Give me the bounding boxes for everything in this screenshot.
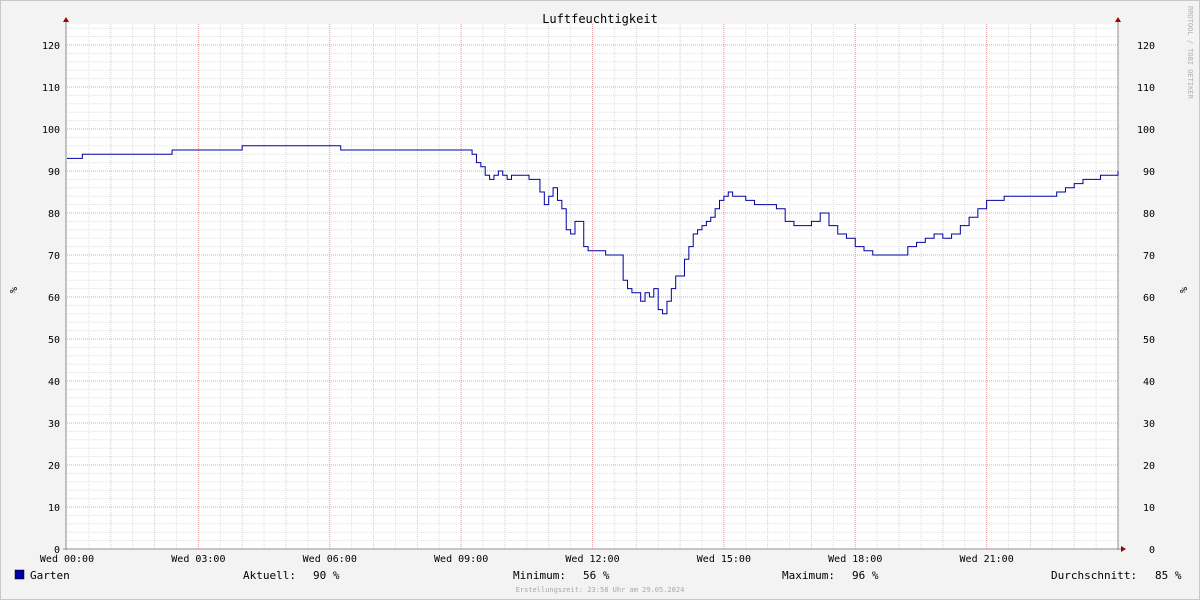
legend-max-value: 96 % bbox=[852, 569, 879, 582]
y-tick-label-right: 90 bbox=[1143, 167, 1155, 178]
y-tick-label-left: 120 bbox=[42, 41, 60, 52]
x-tick-label: Wed 00:00 bbox=[40, 554, 94, 565]
x-tick-label: Wed 09:00 bbox=[434, 554, 488, 565]
chart-title: Luftfeuchtigkeit bbox=[542, 12, 658, 26]
y-tick-label-right: 50 bbox=[1143, 335, 1155, 346]
y-tick-label-left: 30 bbox=[48, 419, 60, 430]
y-tick-label-right: 20 bbox=[1143, 461, 1155, 472]
x-tick-label: Wed 15:00 bbox=[697, 554, 751, 565]
y-tick-label-right: 60 bbox=[1143, 293, 1155, 304]
chart-canvas: 0 010 1020 2030 3040 4050 5060 6070 7080 8090 9010… bbox=[0, 0, 1200, 600]
legend-avg-label: Durchschnitt: bbox=[1051, 569, 1137, 582]
y-tick-label-right: 0 bbox=[1149, 545, 1155, 556]
y-tick-label-right: 70 bbox=[1143, 251, 1155, 262]
legend-min-label: Minimum: bbox=[513, 569, 566, 582]
y-tick-label-right: 10 bbox=[1143, 503, 1155, 514]
y-tick-label-right: 120 bbox=[1137, 41, 1155, 52]
y-tick-label-right: 80 bbox=[1143, 209, 1155, 220]
y-tick-label-left: 60 bbox=[48, 293, 60, 304]
x-tick-label: Wed 18:00 bbox=[828, 554, 882, 565]
y-axis-label-left: % bbox=[7, 287, 18, 293]
y-tick-label-left: 50 bbox=[48, 335, 60, 346]
x-tick-label: Wed 21:00 bbox=[960, 554, 1014, 565]
y-tick-label-left: 40 bbox=[48, 377, 60, 388]
legend-max-label: Maximum: bbox=[782, 569, 835, 582]
rrdtool-watermark: RRDTOOL / TOBI OETIKER bbox=[1186, 6, 1194, 100]
humidity-chart: 0 0 10 10 20 20 30 30 40 40 50 50 60 60 70 70 80 80 90 90 10… bbox=[0, 0, 1200, 600]
legend-avg-value: 85 % bbox=[1155, 569, 1182, 582]
x-tick-label: Wed 12:00 bbox=[565, 554, 619, 565]
y-tick-label-left: 90 bbox=[48, 167, 60, 178]
x-tick-label: Wed 06:00 bbox=[303, 554, 357, 565]
y-tick-label-left: 80 bbox=[48, 209, 60, 220]
legend-swatch bbox=[14, 569, 25, 580]
y-tick-label-left: 10 bbox=[48, 503, 60, 514]
y-tick-label-left: 70 bbox=[48, 251, 60, 262]
legend-min-value: 56 % bbox=[583, 569, 610, 582]
y-tick-label-left: 100 bbox=[42, 125, 60, 136]
y-tick-label-right: 110 bbox=[1137, 83, 1155, 94]
x-tick-label: Wed 03:00 bbox=[171, 554, 225, 565]
generation-timestamp: Erstellungszeit: 23:58 Uhr am 29.05.2024 bbox=[516, 586, 685, 594]
legend-current-label: Aktuell: bbox=[243, 569, 296, 582]
y-axis-label-right: % bbox=[1177, 287, 1188, 293]
y-tick-label-left: 110 bbox=[42, 83, 60, 94]
y-tick-label-left: 20 bbox=[48, 461, 60, 472]
y-tick-label-right: 30 bbox=[1143, 419, 1155, 430]
y-tick-label-right: 40 bbox=[1143, 377, 1155, 388]
legend-series-name: Garten bbox=[30, 569, 70, 582]
y-tick-label-right: 100 bbox=[1137, 125, 1155, 136]
legend-current-value: 90 % bbox=[313, 569, 340, 582]
